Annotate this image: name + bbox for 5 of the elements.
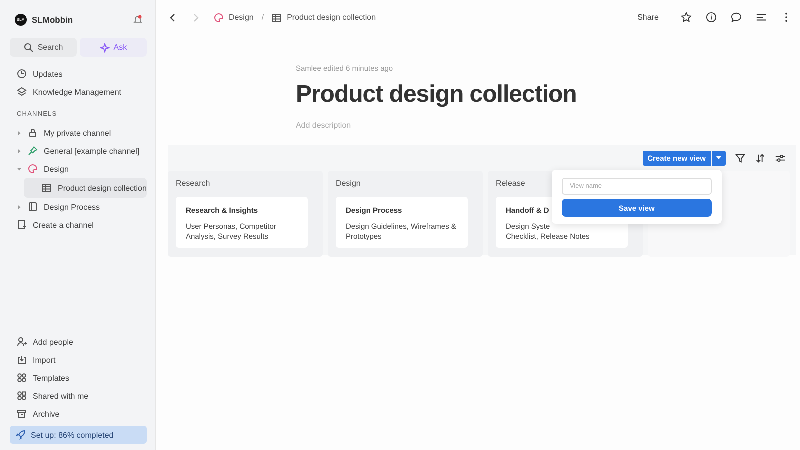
- column-heading: Design: [336, 179, 361, 188]
- page-title: Product design collection: [296, 81, 578, 109]
- breadcrumb-separator: /: [262, 13, 264, 22]
- column-heading: Research: [176, 179, 210, 188]
- column-heading: Release: [496, 179, 526, 188]
